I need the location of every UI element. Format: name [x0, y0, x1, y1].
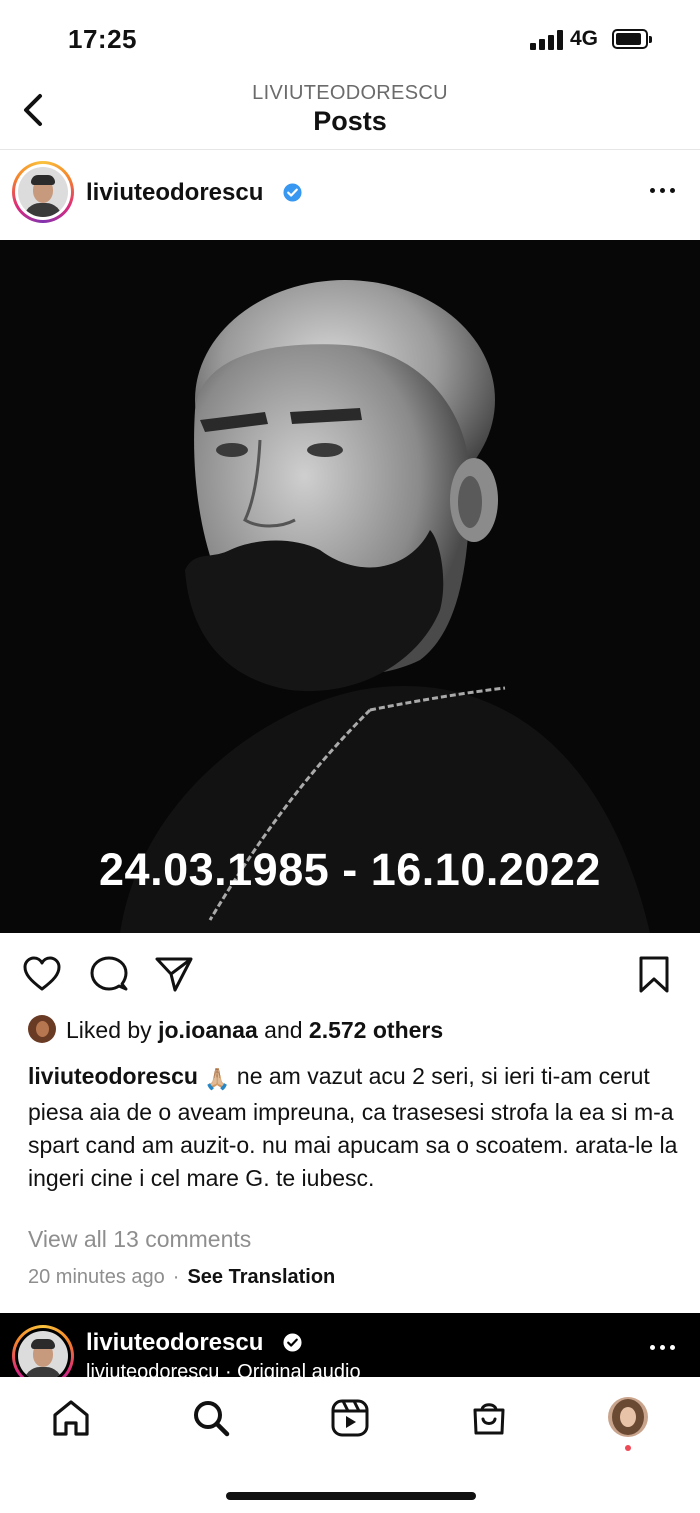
profile-avatar[interactable] — [608, 1397, 648, 1437]
bookmark-icon[interactable] — [634, 954, 674, 994]
post-header: liviuteodorescu — [0, 152, 700, 238]
status-bar: 17:25 4G — [0, 0, 700, 80]
more-options-icon[interactable] — [648, 186, 678, 196]
page-header: LIVIUTEODORESCU Posts — [0, 80, 700, 150]
signal-icon — [530, 30, 564, 50]
heart-icon[interactable] — [22, 954, 62, 994]
status-time: 17:25 — [68, 24, 137, 54]
see-translation-link[interactable]: See Translation — [187, 1266, 335, 1288]
caption-username[interactable]: liviuteodorescu — [28, 1063, 198, 1089]
likes-count[interactable]: 2.572 others — [309, 1017, 443, 1043]
header-username: LIVIUTEODORESCU — [252, 82, 448, 104]
portrait-photo — [0, 240, 700, 933]
likes-text: Liked by jo.ioanaa and 2.572 others — [66, 1017, 444, 1043]
verified-badge-icon — [283, 1333, 302, 1352]
comment-icon[interactable] — [89, 954, 129, 994]
next-post-avatar[interactable] — [12, 1325, 74, 1377]
post-actions — [0, 950, 700, 996]
post-username[interactable]: liviuteodorescu — [86, 179, 263, 207]
shop-icon[interactable] — [468, 1397, 510, 1439]
home-indicator[interactable] — [226, 1492, 476, 1500]
view-comments-link[interactable]: View all 13 comments — [28, 1226, 251, 1253]
send-icon[interactable] — [154, 954, 194, 994]
network-type: 4G — [570, 27, 599, 50]
page-title: Posts — [313, 106, 387, 136]
post-meta: 20 minutes ago · See Translation — [28, 1266, 336, 1288]
more-options-icon[interactable] — [648, 1343, 678, 1353]
search-icon[interactable] — [190, 1397, 232, 1439]
next-post-header: liviuteodorescu liviuteodorescu · Origin… — [0, 1313, 700, 1377]
next-post-username[interactable]: liviuteodorescu — [86, 1329, 263, 1357]
next-post-audio[interactable]: liviuteodorescu · Original audio — [86, 1361, 361, 1377]
liker-username[interactable]: jo.ioanaa — [158, 1017, 258, 1043]
verified-badge-icon — [283, 183, 302, 202]
praying-hands-icon: 🙏🏼 — [204, 1068, 231, 1091]
notification-dot — [625, 1445, 631, 1451]
reels-icon[interactable] — [329, 1397, 371, 1439]
battery-icon — [612, 29, 652, 49]
image-date-caption: 24.03.1985 - 16.10.2022 — [99, 844, 601, 895]
post-image[interactable]: 24.03.1985 - 16.10.2022 — [0, 240, 700, 933]
avatar[interactable] — [12, 161, 74, 223]
home-icon[interactable] — [50, 1397, 92, 1439]
post-caption: liviuteodorescu 🙏🏼 ne am vazut acu 2 ser… — [28, 1060, 678, 1195]
liker-avatar — [28, 1015, 56, 1043]
post-timestamp: 20 minutes ago — [28, 1266, 165, 1288]
